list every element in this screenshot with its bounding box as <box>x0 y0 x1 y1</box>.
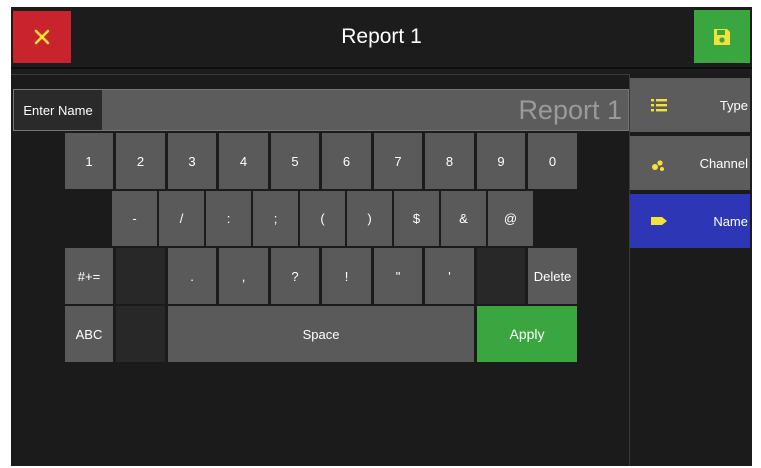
save-button[interactable] <box>694 10 750 63</box>
name-label: Enter Name <box>14 90 102 130</box>
key-close-paren[interactable]: ) <box>347 191 392 246</box>
page-title: Report 1 <box>341 25 422 48</box>
delete-key[interactable]: Delete <box>528 248 577 304</box>
tab-label: Channel <box>699 155 748 171</box>
key-colon[interactable]: : <box>206 191 251 246</box>
tab-name[interactable]: Name <box>630 194 750 248</box>
apply-button[interactable]: Apply <box>477 306 577 362</box>
key-period[interactable]: . <box>168 248 216 304</box>
app-screen: Report 1 Enter Name 1 2 3 4 5 6 7 8 9 0 … <box>11 7 752 466</box>
key-single-quote[interactable]: ' <box>425 248 474 304</box>
key-3[interactable]: 3 <box>168 133 216 189</box>
close-icon <box>34 29 50 45</box>
tab-channel[interactable]: Channel <box>630 136 750 190</box>
tab-label: Name <box>713 213 748 229</box>
key-double-quote[interactable]: " <box>374 248 422 304</box>
key-semicolon[interactable]: ; <box>253 191 298 246</box>
key-5[interactable]: 5 <box>271 133 319 189</box>
key-7[interactable]: 7 <box>374 133 422 189</box>
tab-type[interactable]: Type <box>630 78 750 132</box>
key-comma[interactable]: , <box>219 248 268 304</box>
key-blank <box>116 248 165 304</box>
key-ampersand[interactable]: & <box>441 191 486 246</box>
key-9[interactable]: 9 <box>477 133 525 189</box>
key-slash[interactable]: / <box>159 191 204 246</box>
name-row: Enter Name <box>13 89 629 131</box>
key-open-paren[interactable]: ( <box>300 191 345 246</box>
key-blank <box>477 248 525 304</box>
key-at[interactable]: @ <box>488 191 533 246</box>
key-hyphen[interactable]: - <box>112 191 157 246</box>
close-button[interactable] <box>13 11 71 63</box>
space-key[interactable]: Space <box>168 306 474 362</box>
key-dollar[interactable]: $ <box>394 191 439 246</box>
key-1[interactable]: 1 <box>65 133 113 189</box>
key-abc-toggle[interactable]: ABC <box>65 306 113 362</box>
key-symbols-toggle[interactable]: #+= <box>65 248 113 304</box>
top-bar: Report 1 <box>11 7 752 69</box>
key-8[interactable]: 8 <box>425 133 474 189</box>
channel-dots-icon <box>652 160 664 171</box>
save-icon <box>714 28 730 45</box>
key-2[interactable]: 2 <box>116 133 165 189</box>
key-4[interactable]: 4 <box>219 133 268 189</box>
key-question[interactable]: ? <box>271 248 319 304</box>
sidebar: Type Channel Name <box>630 74 752 466</box>
name-input[interactable] <box>106 90 626 130</box>
keyboard-panel: Enter Name 1 2 3 4 5 6 7 8 9 0 - / : ; (… <box>11 74 630 466</box>
tab-label: Type <box>719 97 748 113</box>
key-0[interactable]: 0 <box>528 133 577 189</box>
tag-icon <box>651 217 667 225</box>
key-blank <box>116 306 165 362</box>
key-6[interactable]: 6 <box>322 133 371 189</box>
key-exclamation[interactable]: ! <box>322 248 371 304</box>
list-icon <box>651 99 667 112</box>
